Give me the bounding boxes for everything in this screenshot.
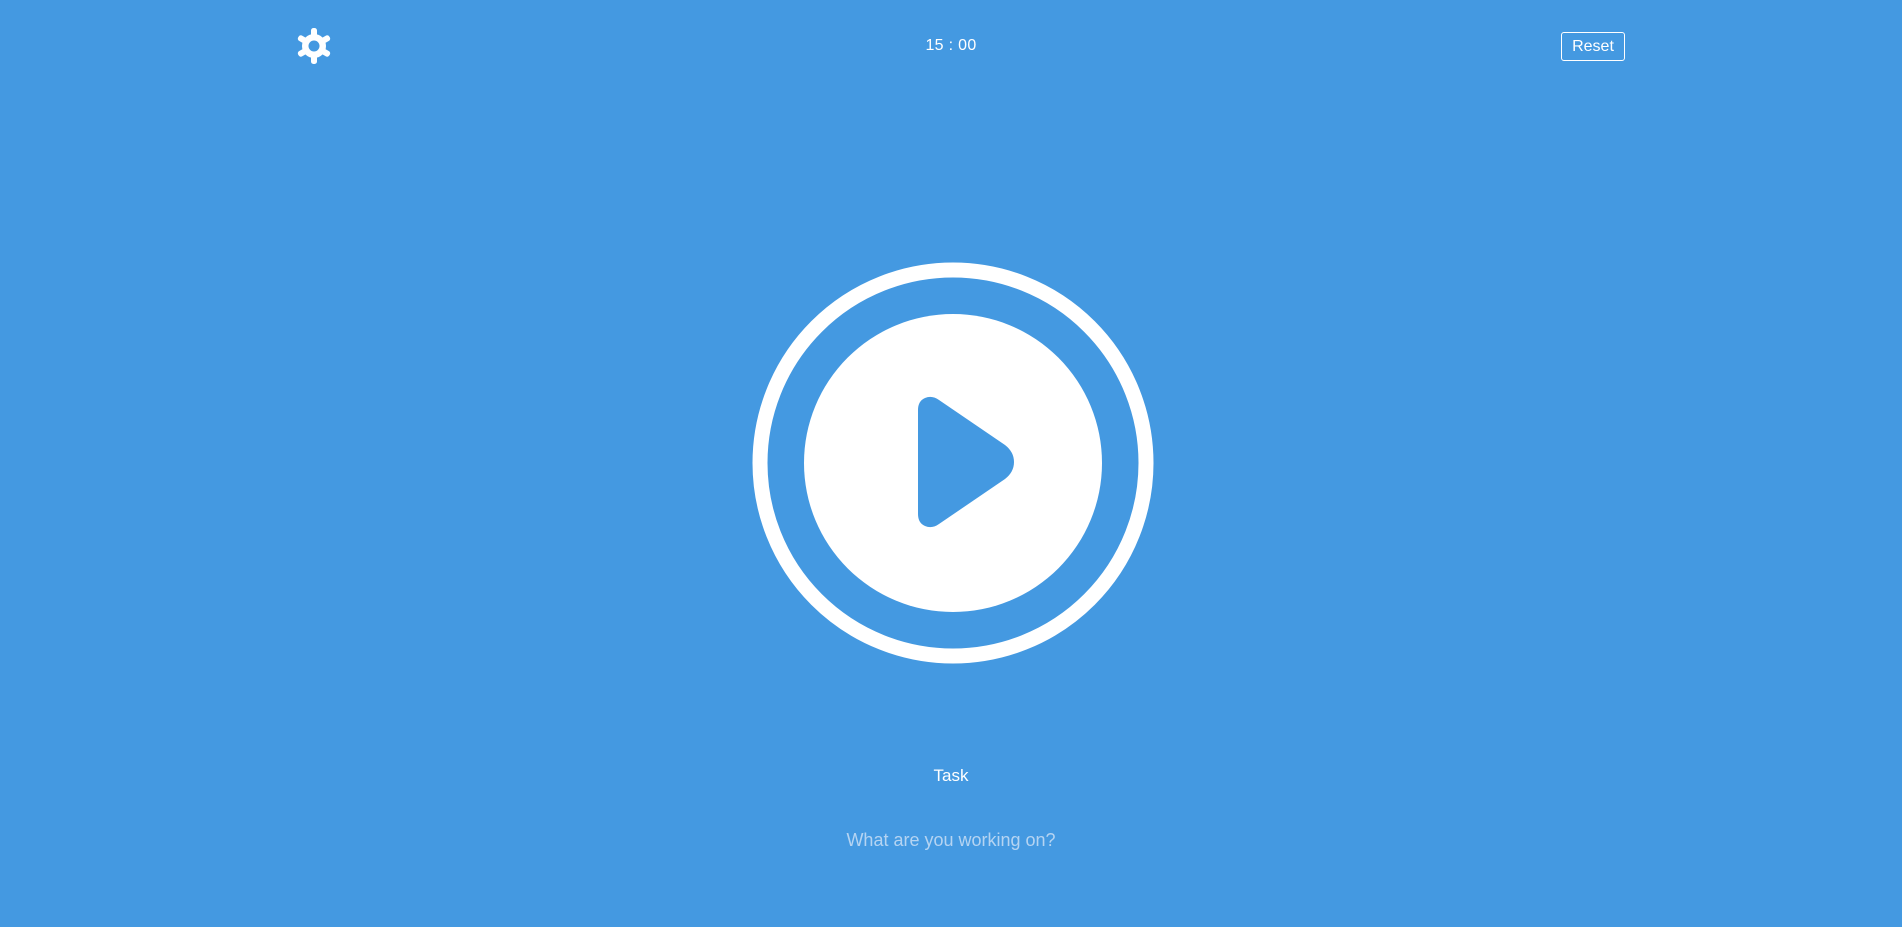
pomodoro-app: 15 : 00 Reset Task — [0, 0, 1902, 927]
play-button[interactable] — [752, 262, 1154, 664]
reset-button[interactable]: Reset — [1561, 32, 1625, 61]
task-input[interactable] — [701, 823, 1201, 857]
play-control-graphic — [752, 262, 1154, 664]
task-label: Task — [933, 766, 969, 785]
